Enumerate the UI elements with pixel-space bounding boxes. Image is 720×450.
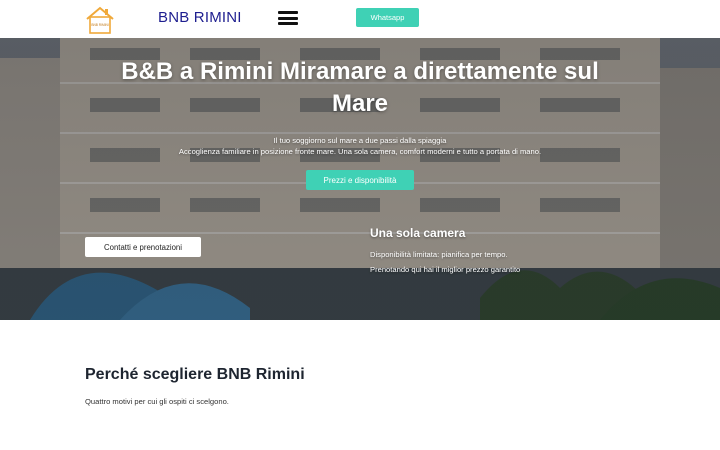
brand-name[interactable]: BNB RIMINI [158,9,242,26]
site-header: BNB RIMINI BNB RIMINI Whatsapp [0,0,720,38]
room-title: Una sola camera [370,226,466,240]
hamburger-menu-icon[interactable] [278,11,298,25]
why-choose-title: Perché scegliere BNB Rimini [85,366,305,383]
contact-booking-button[interactable]: Contatti e prenotazioni [85,237,201,257]
room-info-line-2: Prenotando qui hai il miglior prezzo gar… [370,265,521,274]
hero-subtitle-line-2: Accoglienza familiare in posizione front… [178,147,542,156]
room-info-line-1: Disponibilità limitata: pianifica per te… [370,250,508,259]
hero-subtitle-line-1: Il tuo soggiorno sul mare a due passi da… [273,136,447,145]
hero-title: B&B a Rimini Miramare a direttamente sul… [121,58,599,117]
house-logo-icon[interactable]: BNB RIMINI [84,5,116,35]
logo-text: BNB RIMINI [91,23,108,27]
hero-section: B&B a Rimini Miramare a direttamente sul… [0,38,720,320]
hero-subtitle: Il tuo soggiorno sul mare a due passi da… [100,135,620,157]
whatsapp-button[interactable]: Whatsapp [356,8,419,27]
why-choose-subtitle: Quattro motivi per cui gli ospiti ci sce… [85,397,229,406]
prices-availability-button[interactable]: Prezzi e disponibilità [306,170,414,190]
